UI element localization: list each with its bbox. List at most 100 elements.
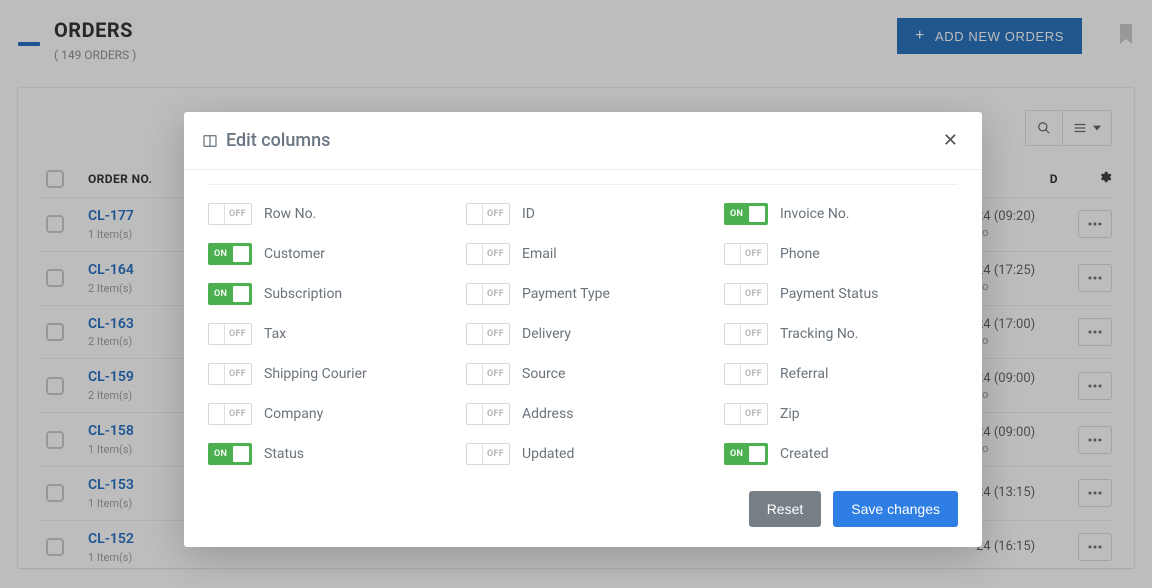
columns-icon (202, 133, 218, 149)
column-label: Phone (780, 246, 820, 262)
toggle-text: OFF (745, 249, 762, 259)
column-toggle-item: OFF Address (466, 403, 700, 425)
toggle-switch[interactable]: OFF (466, 243, 510, 265)
toggle-text: OFF (745, 409, 762, 419)
column-toggle-item: OFF Payment Status (724, 283, 958, 305)
column-toggle-item: OFFShipping Courier (208, 363, 442, 385)
column-label: Tax (264, 326, 286, 342)
toggle-knob (209, 364, 225, 384)
column-toggle-item: ON Invoice No. (724, 203, 958, 225)
toggle-switch[interactable]: OFF (724, 243, 768, 265)
column-label: Source (522, 366, 565, 382)
toggle-knob (467, 364, 483, 384)
toggle-text: OFF (487, 289, 504, 299)
toggle-switch[interactable]: OFF (466, 443, 510, 465)
toggle-switch[interactable]: OFF (466, 323, 510, 345)
toggle-switch[interactable]: OFF (208, 323, 252, 345)
column-label: Subscription (264, 286, 342, 302)
toggle-text: OFF (487, 249, 504, 259)
modal-title: Edit columns (226, 130, 330, 151)
toggle-knob (725, 244, 741, 264)
toggle-switch[interactable]: OFF (724, 323, 768, 345)
toggle-text: ON (214, 249, 227, 259)
toggle-text: OFF (487, 209, 504, 219)
modal-divider (208, 184, 958, 185)
columns-grid: OFF Row No. OFF ID ON Invoice No. ON Customer OF… (208, 203, 958, 465)
column-label: Updated (522, 446, 574, 462)
toggle-knob (233, 286, 249, 302)
column-toggle-item: OFF Source (466, 363, 700, 385)
toggle-knob (725, 364, 741, 384)
column-label: Delivery (522, 326, 571, 342)
toggle-knob (233, 446, 249, 462)
toggle-text: OFF (745, 369, 762, 379)
column-toggle-item: OFF Updated (466, 443, 700, 465)
column-toggle-item: OFF Phone (724, 243, 958, 265)
toggle-text: ON (214, 449, 227, 459)
column-toggle-item: OFF Email (466, 243, 700, 265)
column-toggle-item: OFF Tax (208, 323, 442, 345)
column-toggle-item: OFF Zip (724, 403, 958, 425)
column-label: Invoice No. (780, 206, 850, 222)
column-toggle-item: ON Status (208, 443, 442, 465)
toggle-knob (233, 246, 249, 262)
toggle-knob (467, 444, 483, 464)
toggle-switch[interactable]: OFF (466, 283, 510, 305)
column-label: Customer (264, 246, 325, 262)
toggle-switch[interactable]: OFF (466, 363, 510, 385)
modal-footer: Reset Save changes (184, 475, 982, 547)
toggle-text: OFF (745, 329, 762, 339)
toggle-text: OFF (487, 409, 504, 419)
toggle-knob (725, 404, 741, 424)
toggle-switch[interactable]: OFF (208, 203, 252, 225)
modal-header: Edit columns ✕ (184, 112, 982, 170)
toggle-knob (467, 284, 483, 304)
column-label: ID (522, 206, 535, 222)
toggle-text: ON (730, 209, 743, 219)
toggle-switch[interactable]: OFF (466, 203, 510, 225)
toggle-text: OFF (487, 449, 504, 459)
column-toggle-item: ONCreated (724, 443, 958, 465)
toggle-text: ON (214, 289, 227, 299)
toggle-text: OFF (487, 369, 504, 379)
column-toggle-item: OFF ID (466, 203, 700, 225)
column-toggle-item: OFF Row No. (208, 203, 442, 225)
toggle-knob (725, 284, 741, 304)
toggle-switch[interactable]: ON (208, 283, 252, 305)
column-label: Email (522, 246, 557, 262)
toggle-switch[interactable]: OFF (466, 403, 510, 425)
reset-button[interactable]: Reset (749, 491, 822, 527)
toggle-knob (467, 324, 483, 344)
toggle-switch[interactable]: OFF (208, 403, 252, 425)
toggle-switch[interactable]: OFF (724, 283, 768, 305)
toggle-knob (467, 204, 483, 224)
save-changes-button[interactable]: Save changes (833, 491, 958, 527)
column-label: Tracking No. (780, 326, 858, 342)
toggle-knob (209, 324, 225, 344)
toggle-switch[interactable]: OFF (724, 403, 768, 425)
toggle-text: OFF (229, 409, 246, 419)
column-label: Address (522, 406, 573, 422)
column-label: Zip (780, 406, 800, 422)
toggle-switch[interactable]: ON (724, 203, 768, 225)
column-label: Payment Status (780, 286, 878, 302)
column-label: Status (264, 446, 304, 462)
toggle-switch[interactable]: OFF (724, 363, 768, 385)
toggle-knob (209, 204, 225, 224)
column-toggle-item: ON Customer (208, 243, 442, 265)
toggle-switch[interactable]: OFF (208, 363, 252, 385)
toggle-knob (749, 206, 765, 222)
toggle-switch[interactable]: ON (208, 443, 252, 465)
toggle-switch[interactable]: ON (724, 443, 768, 465)
toggle-knob (467, 244, 483, 264)
column-toggle-item: ON Subscription (208, 283, 442, 305)
column-label: Row No. (264, 206, 316, 222)
toggle-text: ON (730, 449, 743, 459)
close-icon[interactable]: ✕ (943, 132, 958, 150)
toggle-text: OFF (745, 289, 762, 299)
toggle-knob (467, 404, 483, 424)
toggle-switch[interactable]: ON (208, 243, 252, 265)
toggle-knob (749, 446, 765, 462)
edit-columns-modal: Edit columns ✕ OFF Row No. OFF ID ON Invoice … (184, 112, 982, 547)
column-toggle-item: OFFPayment Type (466, 283, 700, 305)
